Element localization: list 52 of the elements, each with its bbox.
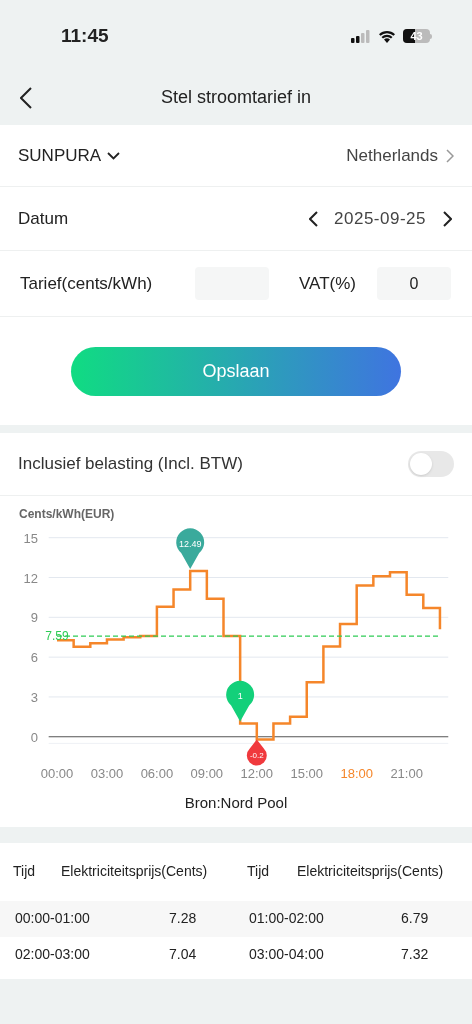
- previous-date-button[interactable]: [306, 208, 321, 229]
- x-tick-label: 06:00: [140, 766, 174, 781]
- chevron-down-icon: [107, 151, 121, 160]
- date-label: Datum: [18, 207, 69, 230]
- x-tick-label: 03:00: [90, 766, 124, 781]
- next-date-button[interactable]: [440, 208, 454, 229]
- y-tick-label: 12: [23, 570, 38, 586]
- table-cell-text: 7.32: [400, 945, 430, 964]
- price-marker: -0.2: [246, 739, 267, 766]
- data-source: Bron:Nord Pool: [183, 793, 289, 813]
- page-title: Stel stroomtarief in: [160, 86, 312, 109]
- x-tick-label: 00:00: [40, 766, 74, 781]
- tax-toggle-label: Inclusief belasting (Incl. BTW): [18, 453, 243, 476]
- price-marker: 1: [226, 680, 255, 722]
- chevron-right-icon: [446, 148, 454, 163]
- y-tick-label: 15: [23, 530, 38, 546]
- table-cell-text: 03:00-04:00: [249, 945, 325, 964]
- date-value: 2025-09-25: [334, 207, 426, 230]
- column-header: Tijd: [13, 862, 37, 881]
- table-cell-text: 7.28: [168, 909, 198, 928]
- average-label: 7.59: [45, 629, 69, 644]
- vat-label: VAT(%): [299, 272, 357, 295]
- annotation: 1: [237, 691, 243, 702]
- price-marker: 12.49: [176, 528, 205, 569]
- y-tick-label: 3: [30, 689, 38, 705]
- x-tick-label: 12:00: [240, 766, 274, 781]
- x-tick-label: 09:00: [190, 766, 224, 781]
- status-time: 11:45: [61, 23, 109, 48]
- table-cell-text: 00:00-01:00: [15, 909, 91, 928]
- table-cell-text: 6.79: [400, 909, 430, 928]
- annotation: -0.2: [249, 751, 265, 761]
- y-tick-label: 0: [30, 729, 38, 745]
- column-header: Elektriciteitsprijs(Cents): [61, 862, 209, 881]
- y-axis-title: Cents/kWh(EUR): [19, 507, 115, 521]
- brand-dropdown[interactable]: SUNPURA: [18, 142, 121, 169]
- signal-icon: [351, 29, 371, 43]
- vat-input[interactable]: 0: [377, 267, 451, 300]
- column-header: Tijd: [247, 862, 271, 881]
- y-tick-label: 6: [30, 650, 38, 666]
- country-selector[interactable]: Netherlands: [346, 142, 454, 169]
- x-tick-label: 21:00: [390, 766, 423, 781]
- column-header: Elektriciteitsprijs(Cents): [297, 862, 445, 881]
- x-tick-label: 18:00: [340, 766, 373, 781]
- table-cell-text: 02:00-03:00: [15, 945, 91, 964]
- table-cell-text: 01:00-02:00: [249, 909, 325, 928]
- annotation: 12.49: [178, 539, 202, 550]
- wifi-icon: [378, 29, 396, 43]
- tariff-label: Tarief(cents/kWh): [20, 272, 154, 295]
- x-tick-label: 15:00: [290, 766, 323, 781]
- y-tick-label: 9: [30, 610, 38, 626]
- tax-toggle[interactable]: [408, 451, 454, 477]
- table-cell-text: 7.04: [168, 945, 198, 964]
